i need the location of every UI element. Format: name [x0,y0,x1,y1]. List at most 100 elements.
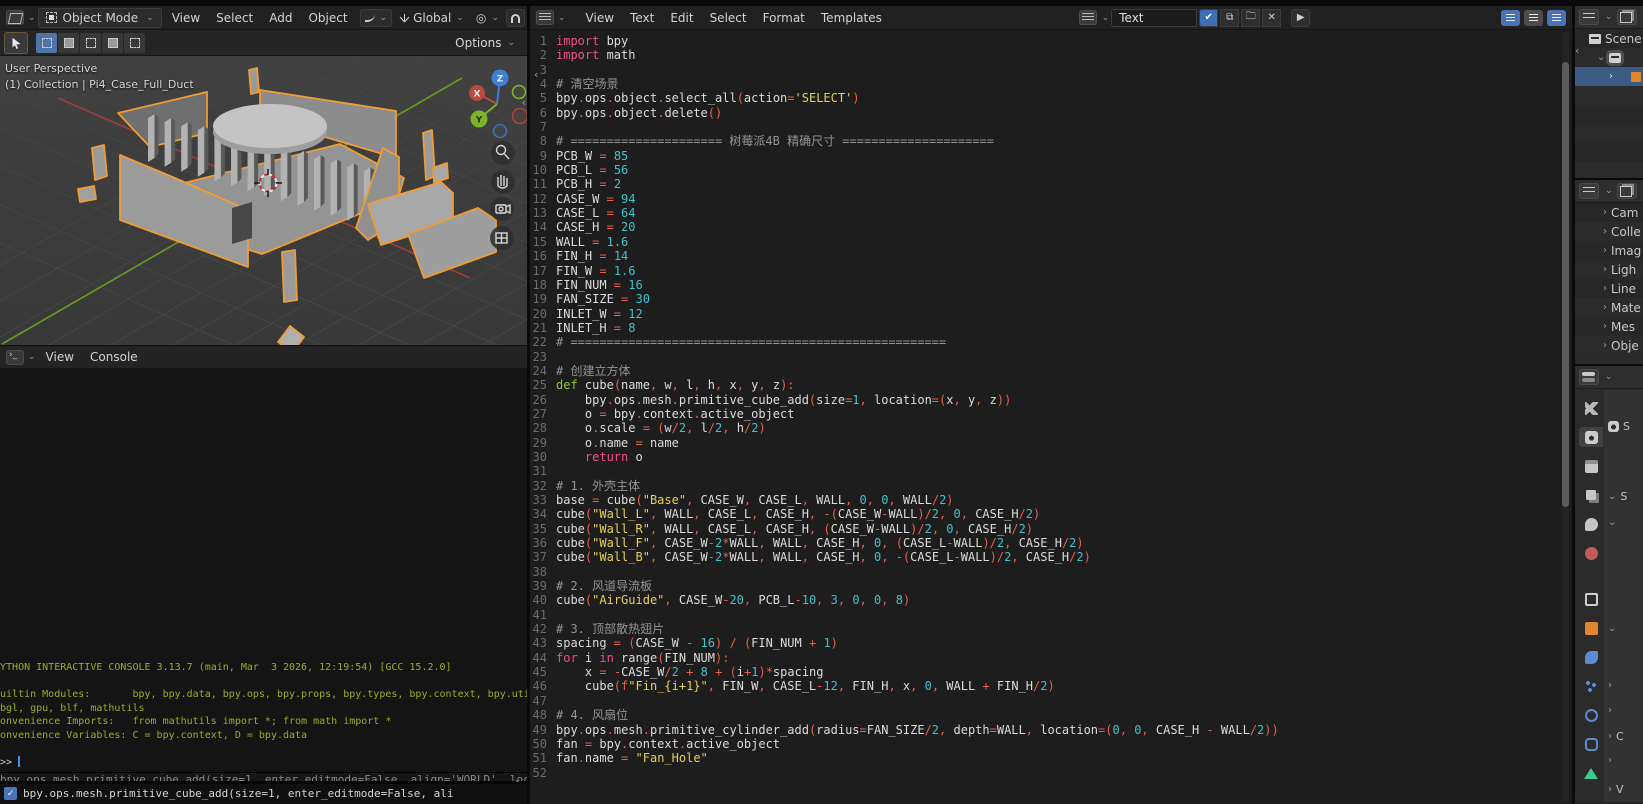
post-back[interactable] [249,68,259,94]
properties-row[interactable]: › [1608,755,1616,766]
region-toggle-icon[interactable]: ‹ [1575,44,1579,57]
chip-left[interactable] [78,186,96,202]
heatsink-fin[interactable] [181,122,188,172]
properties-tab-data[interactable] [1579,763,1603,783]
chevron-down-icon[interactable]: ⌄ [1605,186,1613,196]
line-numbers-toggle[interactable] [1501,10,1520,26]
gizmo-z-neg[interactable] [494,125,507,138]
menu-view[interactable]: View [578,8,622,28]
datablock-row-mate[interactable]: ›Mate [1575,298,1643,317]
word-wrap-toggle[interactable] [1524,10,1543,26]
post-left[interactable] [92,145,107,180]
select-mode-new[interactable] [36,33,57,53]
chevron-down-icon[interactable]: ⌄ [1102,13,1110,23]
region-toggle-icon[interactable]: ‹ [534,68,538,81]
chevron-down-icon[interactable]: ⌄ [1605,372,1613,382]
menu-object[interactable]: Object [300,8,355,28]
properties-tab-constraints[interactable] [1579,734,1603,754]
fake-user-shield-icon[interactable]: ✔ [1199,9,1218,27]
properties-row[interactable]: ›V [1608,783,1624,796]
datablock-row-colle[interactable]: ›Colle [1575,222,1643,241]
menu-view[interactable]: View [164,8,208,28]
properties-row[interactable]: S [1608,420,1630,433]
editor-type-text-icon[interactable] [536,10,554,25]
editor-type-3dview-icon[interactable] [6,10,24,25]
properties-row[interactable]: ›C [1608,730,1624,743]
heatsink-fin[interactable] [165,118,172,167]
properties-row[interactable]: › [1608,705,1616,716]
info-log-row[interactable]: ✓ bpy.ops.mesh.primitive_cube_add(size=1… [0,784,527,803]
menu-format[interactable]: Format [755,8,813,28]
heatsink-fin[interactable] [297,151,304,206]
new-text-icon[interactable]: ⧉ [1220,9,1239,27]
chevron-down-icon[interactable]: ⌄ [1597,52,1605,63]
viewport-canvas[interactable]: Z X Y User Perspective (1) Collectio [0,56,527,345]
options-button[interactable]: Options⌄ [447,34,523,52]
properties-row[interactable]: ⌄ [1608,623,1620,634]
heatsink-fin[interactable] [331,159,338,216]
menu-add[interactable]: Add [261,8,300,28]
post-front[interactable] [282,250,297,302]
collection-row[interactable]: ⌄ [1575,48,1643,67]
select-mode-extend[interactable] [58,33,79,53]
properties-tab-view-layer[interactable] [1579,485,1603,505]
text-datablock-icon[interactable] [1079,10,1097,25]
chevron-down-icon[interactable]: ⌄ [558,13,566,23]
blend-file-icon[interactable] [1617,183,1637,199]
pi4-case-model[interactable] [78,68,496,345]
menu-select[interactable]: Select [208,8,261,28]
piece-front-diamond[interactable] [278,326,304,345]
region-toggle-icon[interactable]: ‹ [522,96,526,109]
info-clipped-row[interactable]: bpy.ops.mesh.primitive_cube_add(size=1, … [0,773,527,781]
editor-type-console-icon[interactable] [6,350,24,365]
chevron-down-icon[interactable]: ⌄ [513,775,521,785]
orientation-dropdown[interactable]: Global ⌄ [394,9,469,27]
properties-row[interactable]: ⌄ [1608,517,1620,528]
region-divider[interactable]: ⌄ [0,781,527,784]
datablock-row-mes[interactable]: ›Mes [1575,317,1643,336]
filter-icon[interactable] [1617,9,1637,25]
chevron-down-icon[interactable]: ⌄ [28,352,36,362]
properties-tab-render[interactable] [1579,427,1603,447]
console-prompt[interactable]: >>> [0,756,527,770]
chevron-right-icon[interactable]: › [1609,71,1613,82]
open-folder-icon[interactable]: 🗀 [1241,9,1260,27]
editor-type-properties-icon[interactable] [1579,369,1599,385]
navigation-gizmo[interactable]: Z X Y [469,70,527,138]
check-icon[interactable]: ✓ [4,787,17,800]
heatsink-fin[interactable] [347,163,354,221]
properties-tab-collection[interactable] [1579,589,1603,609]
properties-row[interactable]: ⌄S [1608,490,1627,503]
outliner-display-mode-icon[interactable] [1579,183,1599,199]
gizmo-x-neg[interactable] [513,109,528,124]
heatsink-fin[interactable] [314,155,321,211]
fan-cylinder-top[interactable] [213,104,327,148]
select-mode-subtract[interactable] [80,33,101,53]
text-name-field[interactable]: Text [1111,9,1197,27]
outliner-display-mode-icon[interactable] [1579,9,1599,25]
properties-tab-output[interactable] [1579,456,1603,476]
heatsink-fin[interactable] [198,126,205,176]
heatsink-fin[interactable] [148,114,155,162]
pivot-dropdown[interactable]: ◎⌄ [471,9,504,27]
falloff-dropdown[interactable]: ⌄ [360,9,393,27]
active-tool-select-box[interactable] [4,32,28,54]
menu-view[interactable]: View [38,347,82,367]
chip-right[interactable] [433,163,448,183]
scrollbar-thumb[interactable] [1562,62,1569,507]
properties-tab-scene[interactable] [1579,514,1603,534]
datablock-row-obje[interactable]: ›Obje [1575,336,1643,355]
console-body[interactable]: PYTHON INTERACTIVE CONSOLE 3.13.7 (main,… [0,369,527,772]
menu-select[interactable]: Select [702,8,755,28]
properties-tab-physics[interactable] [1579,705,1603,725]
menu-edit[interactable]: Edit [662,8,701,28]
datablock-row-line[interactable]: ›Line [1575,279,1643,298]
properties-tab-modifiers[interactable] [1579,647,1603,667]
heatsink-fin[interactable] [281,147,288,201]
properties-tab-world[interactable] [1579,543,1603,563]
syntax-highlight-toggle[interactable] [1547,10,1566,26]
select-mode-invert[interactable] [102,33,123,53]
editor-scrollbar[interactable] [1562,32,1569,802]
code-area[interactable]: ‹ 1import bpy2import math34# 清空场景5bpy.op… [530,30,1572,804]
properties-row[interactable]: › [1608,680,1616,691]
